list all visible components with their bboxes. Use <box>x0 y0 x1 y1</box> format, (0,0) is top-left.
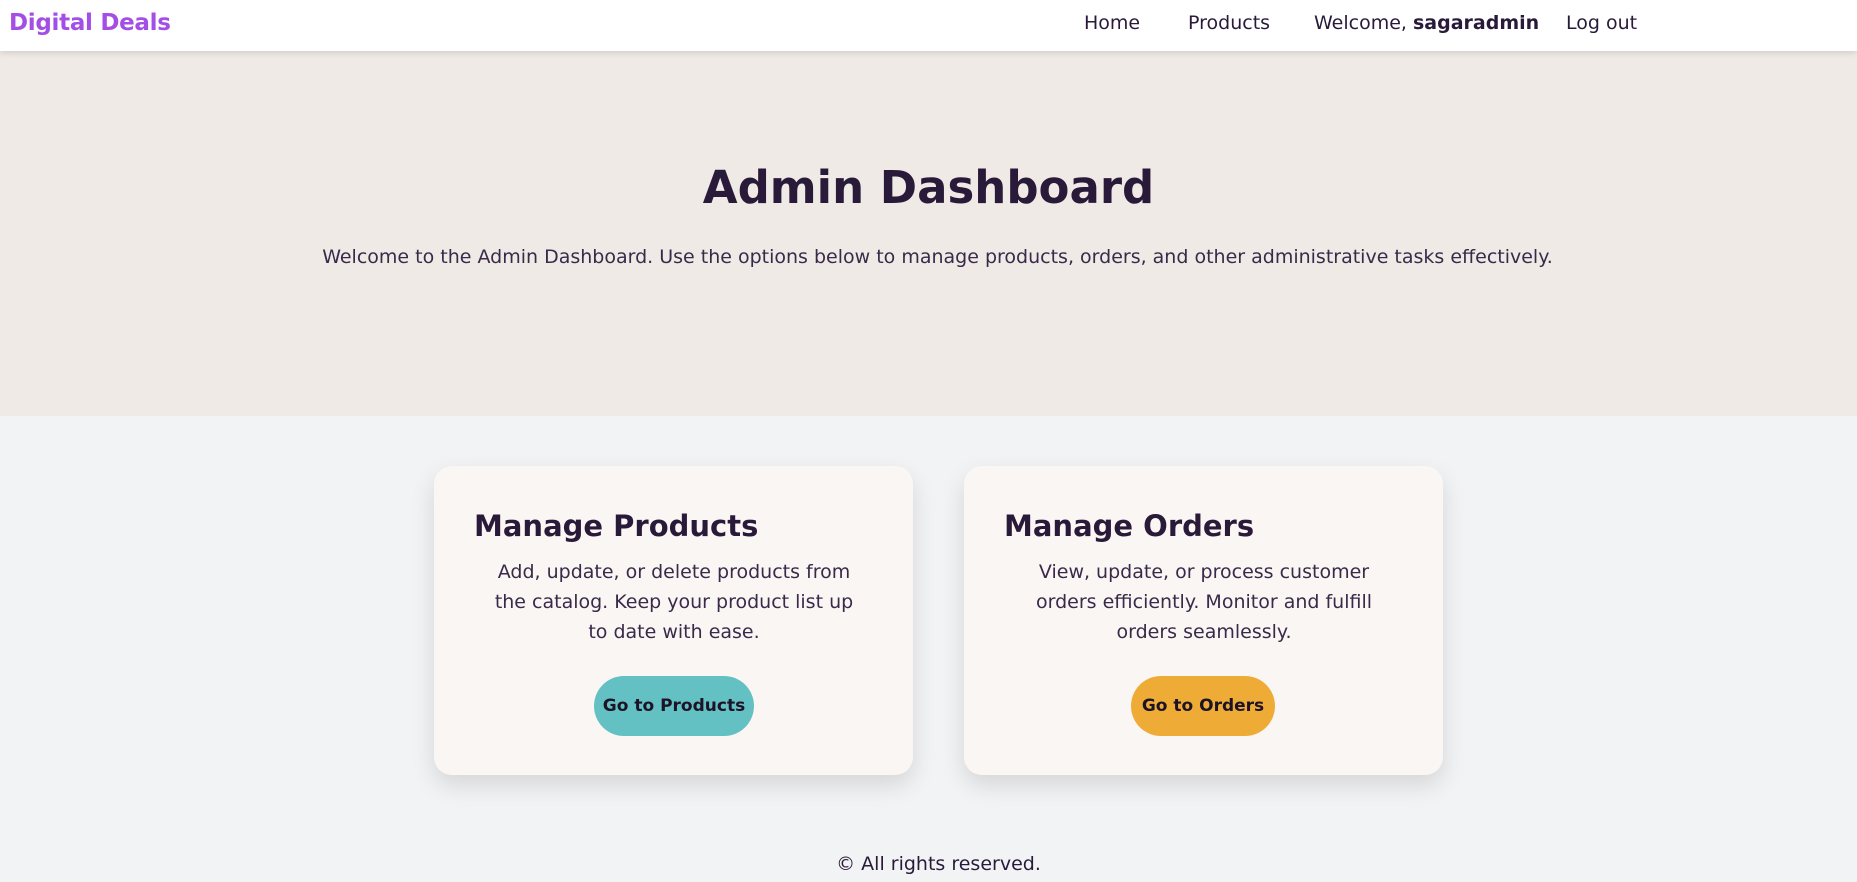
card-title-orders: Manage Orders <box>1004 509 1255 543</box>
manage-products-card: Manage Products Add, update, or delete p… <box>434 466 913 775</box>
nav-link-home[interactable]: Home <box>1084 12 1140 34</box>
card-description-products: Add, update, or delete products from the… <box>494 561 854 643</box>
go-to-products-button[interactable]: Go to Products <box>594 676 754 736</box>
hero-section: Admin Dashboard Welcome to the Admin Das… <box>0 51 1857 416</box>
top-navbar: Digital Deals Home Products Welcome, sag… <box>0 0 1857 51</box>
manage-orders-card: Manage Orders View, update, or process c… <box>964 466 1443 775</box>
page-title: Admin Dashboard <box>702 161 1155 214</box>
welcome-user-text: Welcome, sagaradmin <box>1314 12 1539 34</box>
nav-link-logout[interactable]: Log out <box>1566 12 1637 34</box>
welcome-prefix: Welcome, <box>1314 12 1413 34</box>
username: sagaradmin <box>1413 12 1540 34</box>
nav-link-products[interactable]: Products <box>1188 12 1270 34</box>
card-description-orders: View, update, or process customer orders… <box>1035 561 1373 643</box>
page-subtitle: Welcome to the Admin Dashboard. Use the … <box>322 246 1553 268</box>
card-title-products: Manage Products <box>474 509 759 543</box>
brand-logo-link[interactable]: Digital Deals <box>9 10 171 36</box>
footer-copyright: © All rights reserved. <box>836 853 1041 875</box>
go-to-orders-button[interactable]: Go to Orders <box>1131 676 1275 736</box>
